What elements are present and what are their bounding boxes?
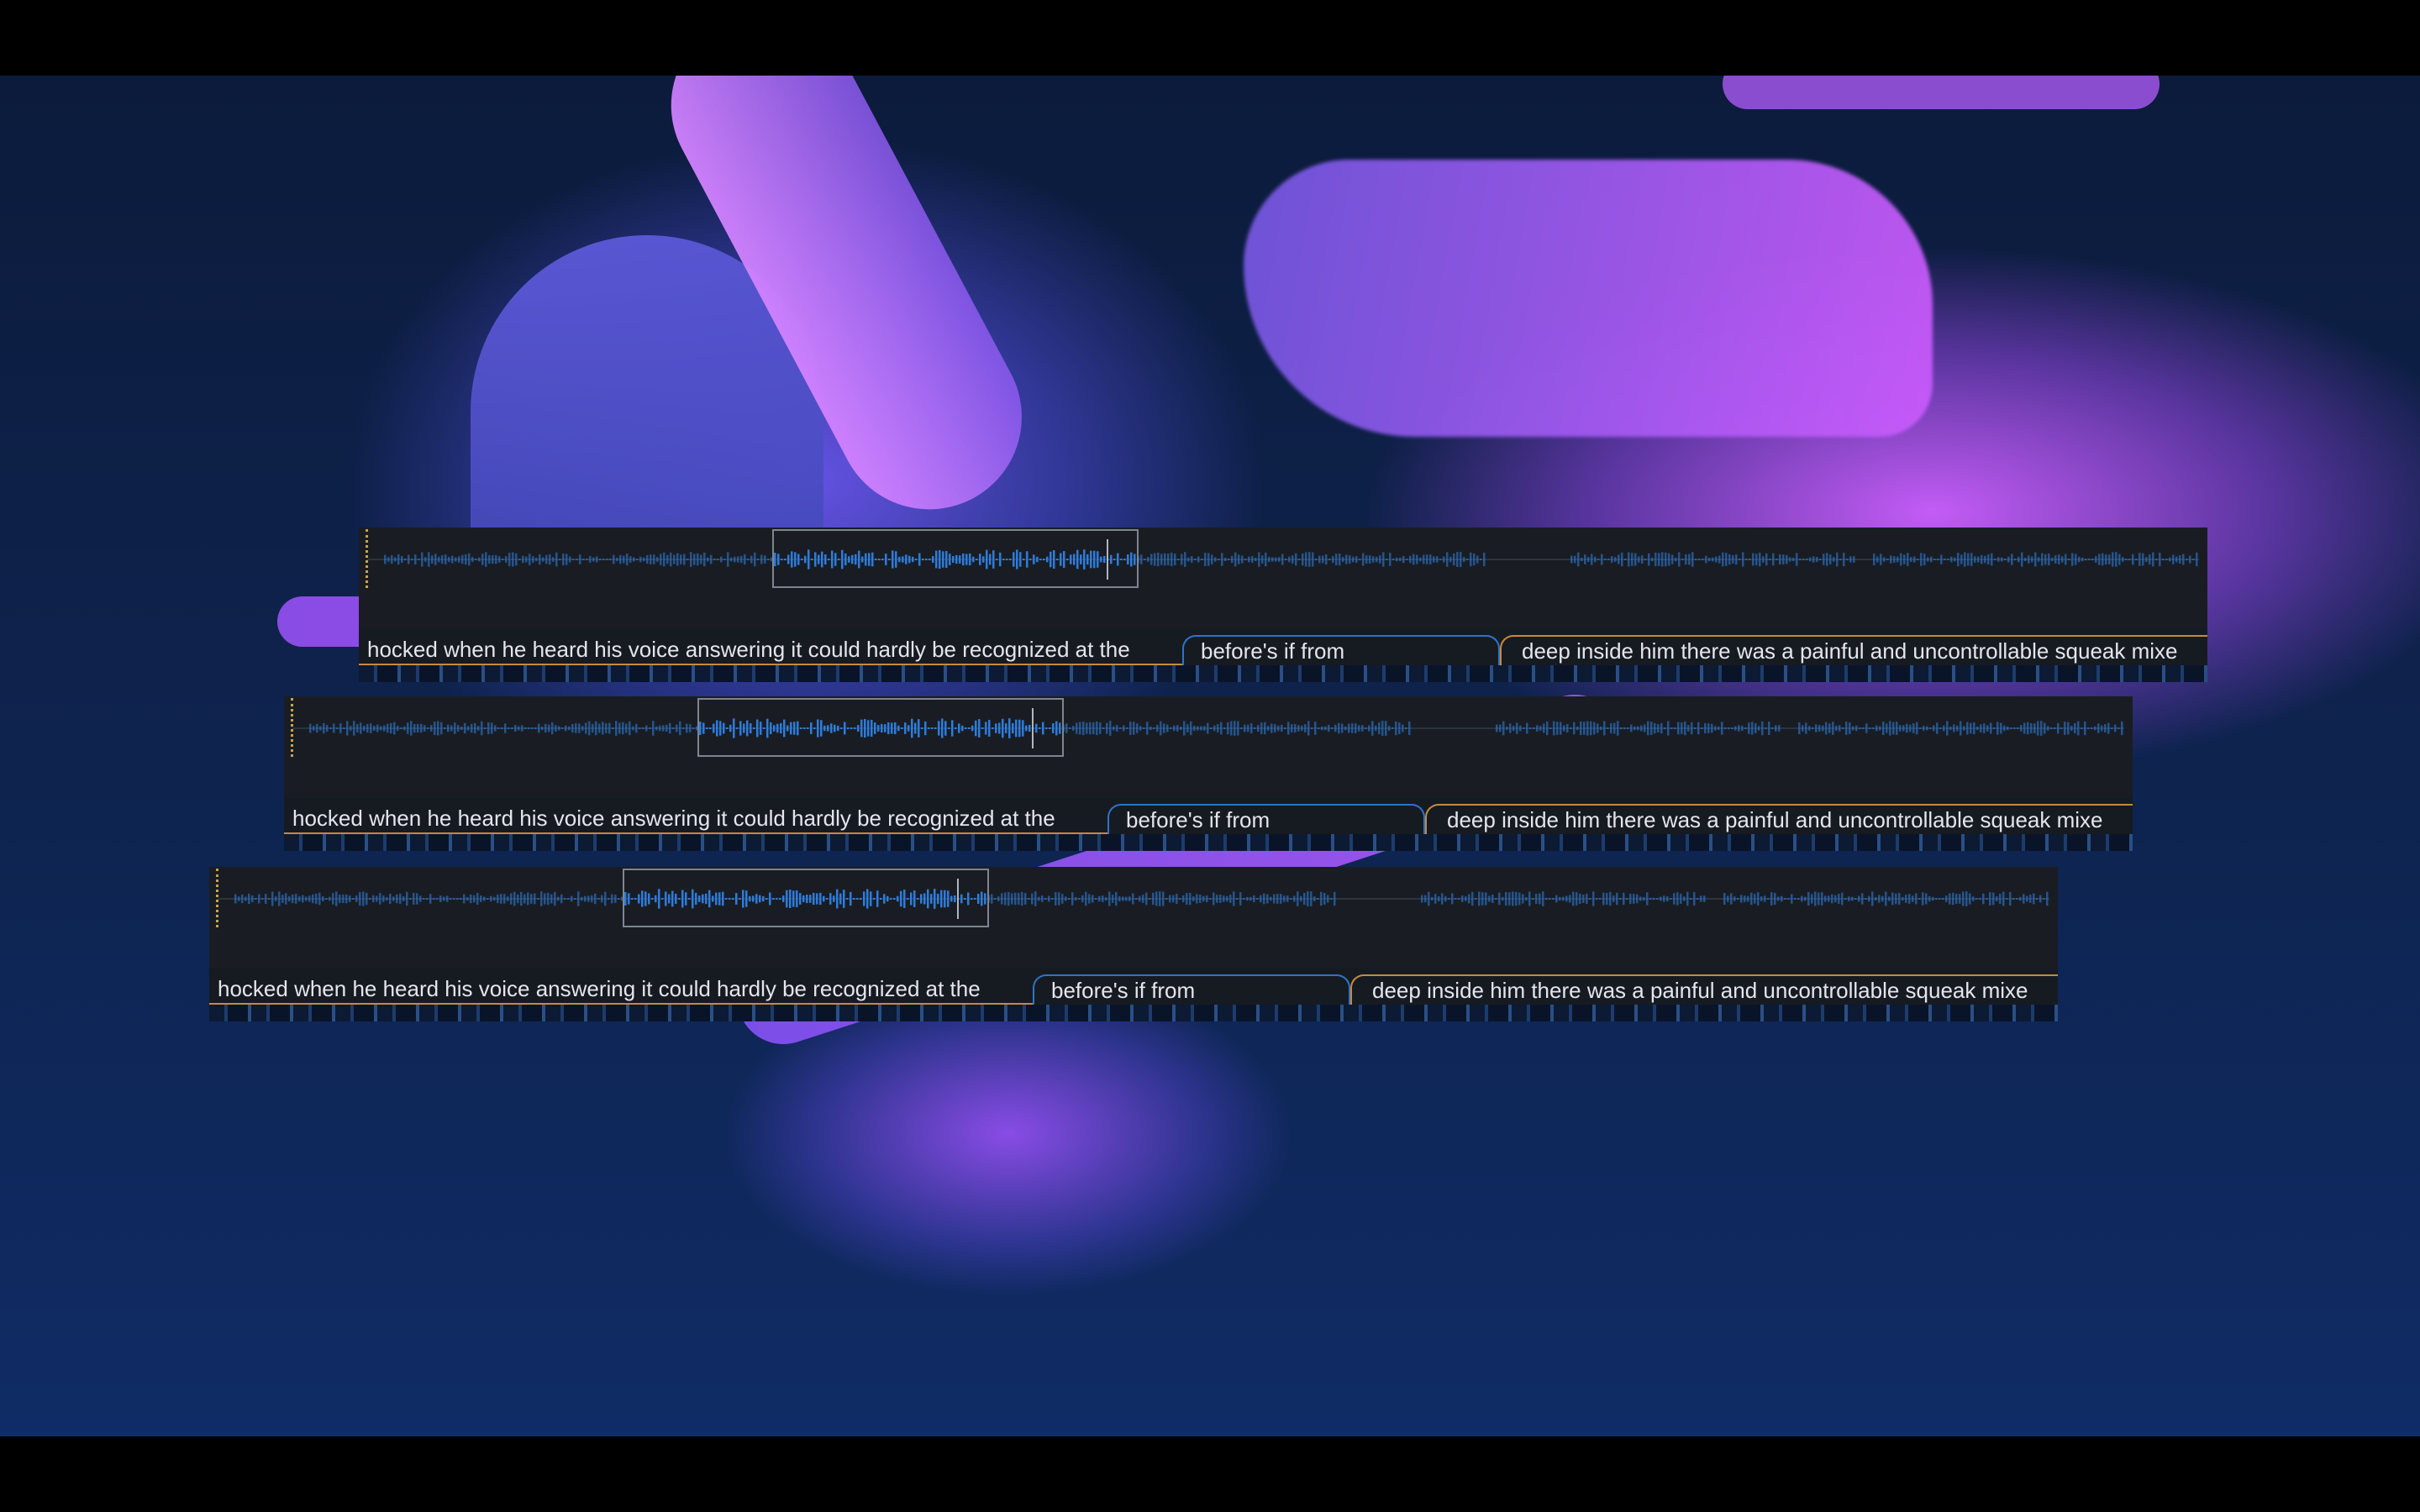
waveform[interactable] xyxy=(209,867,2058,968)
transcript-lane: hocked when he heard his voice answering… xyxy=(359,635,2207,665)
selection-cursor[interactable] xyxy=(1107,539,1108,580)
thumbnail-track xyxy=(359,665,2207,682)
playhead[interactable] xyxy=(366,529,368,588)
selection-cursor[interactable] xyxy=(1032,708,1034,748)
transcript-segment[interactable]: hocked when he heard his voice answering… xyxy=(284,804,1107,834)
waveform-lane[interactable] xyxy=(284,696,2133,797)
audio-editor-strip: hocked when he heard his voice answering… xyxy=(284,696,2133,851)
transcript-segment-active[interactable]: before's if from xyxy=(1033,974,1350,1005)
transcript-segment-active[interactable]: before's if from xyxy=(1182,635,1500,665)
transcript-segment[interactable]: hocked when he heard his voice answering… xyxy=(209,974,1033,1005)
transcript-segment-active[interactable]: before's if from xyxy=(1107,804,1425,834)
waveform[interactable] xyxy=(359,528,2207,628)
selection-region[interactable] xyxy=(772,529,1139,588)
selection-cursor[interactable] xyxy=(957,879,959,919)
playhead[interactable] xyxy=(216,869,218,927)
transcript-segment[interactable]: deep inside him there was a painful and … xyxy=(1500,635,2207,665)
letterbox-bottom xyxy=(0,1436,2420,1512)
waveform-lane[interactable] xyxy=(359,528,2207,628)
playhead[interactable] xyxy=(291,698,293,757)
audio-editor-strip: hocked when he heard his voice answering… xyxy=(209,867,2058,1021)
selection-region[interactable] xyxy=(623,869,989,927)
thumbnail-track xyxy=(209,1005,2058,1021)
transcript-segment[interactable]: deep inside him there was a painful and … xyxy=(1350,974,2058,1005)
letterbox-top xyxy=(0,0,2420,76)
selection-region[interactable] xyxy=(697,698,1064,757)
transcript-lane: hocked when he heard his voice answering… xyxy=(284,804,2133,834)
wallpaper-ribbon xyxy=(1244,160,1933,437)
transcript-segment[interactable]: hocked when he heard his voice answering… xyxy=(359,635,1182,665)
transcript-segment[interactable]: deep inside him there was a painful and … xyxy=(1425,804,2133,834)
waveform-lane[interactable] xyxy=(209,867,2058,968)
wallpaper-ribbon xyxy=(1723,76,2160,109)
thumbnail-track xyxy=(284,834,2133,851)
transcript-lane: hocked when he heard his voice answering… xyxy=(209,974,2058,1005)
audio-editor-strip: hocked when he heard his voice answering… xyxy=(359,528,2207,682)
waveform[interactable] xyxy=(284,696,2133,797)
